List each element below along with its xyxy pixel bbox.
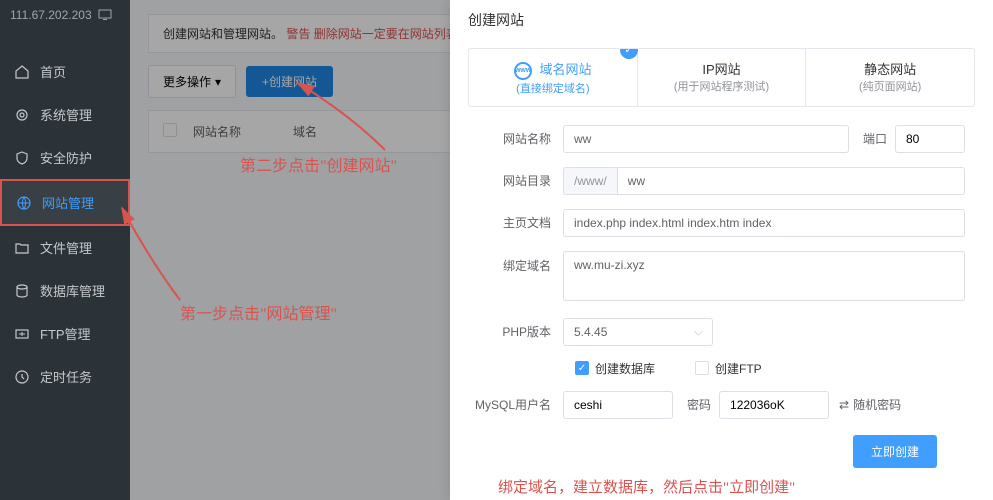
- sidebar-item-label: 文件管理: [40, 238, 92, 257]
- bind-domain-input[interactable]: [563, 251, 965, 301]
- sidebar-item-system[interactable]: 系统管理: [0, 93, 130, 136]
- home-icon: [14, 64, 30, 80]
- sidebar-item-label: 数据库管理: [40, 281, 105, 300]
- label-port: 端口: [863, 130, 887, 147]
- label-bind-domain: 绑定域名: [468, 251, 563, 274]
- sidebar-item-label: FTP管理: [40, 324, 91, 343]
- sidebar-item-ftp[interactable]: FTP管理: [0, 312, 130, 355]
- sidebar: 111.67.202.203 首页 系统管理 安全防护 网站管理 文件管理 数据…: [0, 0, 130, 500]
- label-php-version: PHP版本: [468, 323, 563, 340]
- label-index-doc: 主页文档: [468, 214, 563, 231]
- php-version-select[interactable]: [563, 318, 713, 346]
- sidebar-item-label: 系统管理: [40, 105, 92, 124]
- ftp-icon: [14, 326, 30, 342]
- mysql-password-input[interactable]: [719, 391, 829, 419]
- tab-subtitle: (直接绑定域名): [477, 80, 629, 96]
- sidebar-item-website[interactable]: 网站管理: [0, 179, 130, 226]
- checkbox-checked-icon: ✓: [575, 361, 589, 375]
- sidebar-item-home[interactable]: 首页: [0, 50, 130, 93]
- label-mysql-user: MySQL用户名: [468, 396, 563, 413]
- modal-title: 创建网站: [450, 0, 993, 40]
- site-dir-input[interactable]: [617, 167, 965, 195]
- create-ftp-label: 创建FTP: [715, 360, 762, 377]
- checkbox-unchecked-icon: [695, 361, 709, 375]
- create-website-modal: 创建网站 ✓ www 域名网站 (直接绑定域名) IP网站 (用于网站程序测试)…: [450, 0, 993, 500]
- create-db-checkbox[interactable]: ✓ 创建数据库: [575, 360, 655, 377]
- database-icon: [14, 283, 30, 299]
- server-ip-text: 111.67.202.203: [10, 8, 92, 22]
- sidebar-item-label: 安全防护: [40, 148, 92, 167]
- random-password-button[interactable]: ⇄ 随机密码: [839, 396, 901, 413]
- server-ip: 111.67.202.203: [0, 0, 130, 30]
- tab-subtitle: (用于网站程序测试): [646, 78, 798, 94]
- tab-title: 静态网站: [814, 59, 966, 78]
- site-name-input[interactable]: [563, 125, 849, 153]
- create-ftp-checkbox[interactable]: 创建FTP: [695, 360, 762, 377]
- check-icon: ✓: [620, 48, 638, 59]
- www-icon: www: [514, 62, 532, 80]
- sidebar-item-label: 首页: [40, 62, 66, 81]
- tab-ip-website[interactable]: IP网站 (用于网站程序测试): [638, 49, 807, 106]
- shuffle-icon: ⇄: [839, 398, 849, 412]
- tab-title: IP网站: [646, 59, 798, 78]
- dir-prefix: /www/: [563, 167, 617, 195]
- label-site-dir: 网站目录: [468, 172, 563, 189]
- random-label: 随机密码: [853, 396, 901, 413]
- sidebar-item-files[interactable]: 文件管理: [0, 226, 130, 269]
- gear-icon: [14, 107, 30, 123]
- modal-tabs: ✓ www 域名网站 (直接绑定域名) IP网站 (用于网站程序测试) 静态网站…: [468, 48, 975, 107]
- annotation-step3: 绑定域名，建立数据库，然后点击"立即创建": [498, 476, 993, 497]
- label-password: 密码: [687, 396, 711, 413]
- folder-icon: [14, 240, 30, 256]
- tab-title: 域名网站: [540, 62, 592, 77]
- clock-icon: [14, 369, 30, 385]
- submit-create-button[interactable]: 立即创建: [853, 435, 937, 468]
- tab-static-website[interactable]: 静态网站 (纯页面网站): [806, 49, 974, 106]
- index-doc-input[interactable]: [563, 209, 965, 237]
- label-site-name: 网站名称: [468, 130, 563, 147]
- sidebar-item-security[interactable]: 安全防护: [0, 136, 130, 179]
- tab-domain-website[interactable]: ✓ www 域名网站 (直接绑定域名): [469, 49, 638, 106]
- sidebar-item-cron[interactable]: 定时任务: [0, 355, 130, 398]
- modal-overlay[interactable]: [130, 0, 450, 500]
- sidebar-item-label: 网站管理: [42, 193, 94, 212]
- mysql-user-input[interactable]: [563, 391, 673, 419]
- shield-icon: [14, 150, 30, 166]
- sidebar-item-database[interactable]: 数据库管理: [0, 269, 130, 312]
- port-input[interactable]: [895, 125, 965, 153]
- create-website-form: 网站名称 端口 网站目录 /www/ 主页文档 绑定域名: [450, 125, 993, 489]
- create-db-label: 创建数据库: [595, 360, 655, 377]
- tab-subtitle: (纯页面网站): [814, 78, 966, 94]
- monitor-icon: [98, 9, 112, 21]
- sidebar-item-label: 定时任务: [40, 367, 92, 386]
- globe-icon: [16, 195, 32, 211]
